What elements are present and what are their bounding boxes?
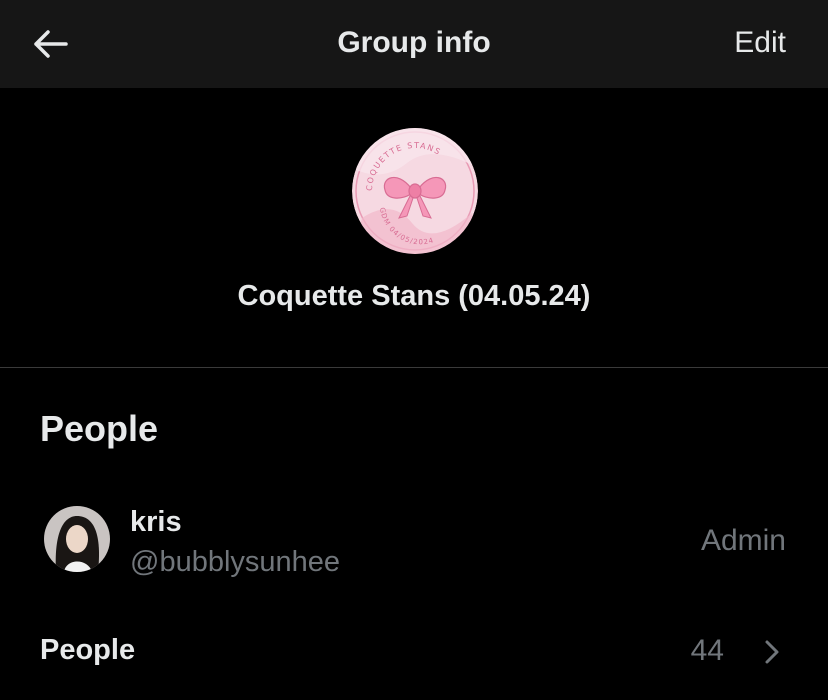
page-title: Group info	[337, 26, 491, 59]
avatar[interactable]	[44, 506, 110, 572]
member-name: kris	[130, 506, 182, 538]
people-section-title: People	[40, 408, 159, 449]
divider	[0, 367, 828, 368]
people-list-row[interactable]: People 44	[0, 618, 828, 688]
edit-button[interactable]: Edit	[734, 26, 786, 60]
user-photo	[44, 506, 110, 572]
member-row[interactable]: kris @bubblysunhee Admin	[0, 490, 828, 590]
top-bar: Group info Edit	[0, 0, 828, 88]
people-row-label: People	[40, 634, 136, 666]
people-count: 44	[690, 634, 724, 667]
member-handle: @bubblysunhee	[130, 546, 341, 578]
group-avatar[interactable]: COQUETTE STANS GDM 04/05/2024	[352, 128, 478, 254]
chevron-right-icon	[765, 640, 779, 664]
bow-badge-image: COQUETTE STANS GDM 04/05/2024	[352, 128, 478, 254]
member-role-badge: Admin	[700, 524, 786, 557]
group-name: Coquette Stans (04.05.24)	[237, 280, 591, 312]
